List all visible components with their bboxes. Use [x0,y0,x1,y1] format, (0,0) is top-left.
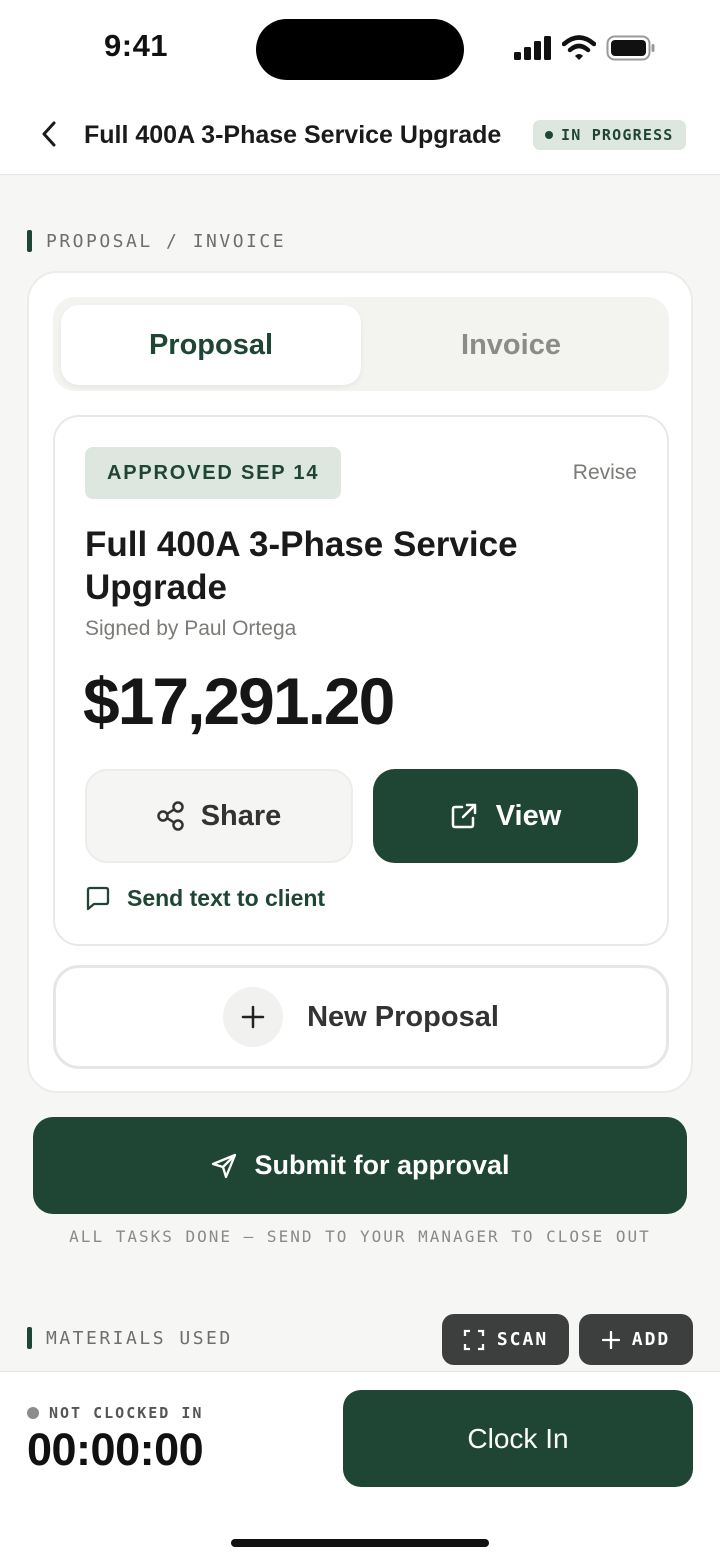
add-material-button[interactable]: ADD [579,1314,693,1365]
view-button[interactable]: View [373,769,638,863]
revise-link[interactable]: Revise [573,461,637,485]
new-proposal-label: New Proposal [307,1000,499,1033]
share-label: Share [200,799,282,832]
tab-proposal[interactable]: Proposal [61,305,361,385]
status-dot [545,131,553,139]
plus-icon [601,1330,620,1349]
page-title: Full 400A 3-Phase Service Upgrade [84,121,502,149]
materials-section-label: MATERIALS USED [27,1327,233,1349]
share-icon [156,801,184,831]
proposal-invoice-toggle: Proposal Invoice [53,297,669,391]
battery-icon [606,35,655,61]
status-badge: IN PROGRESS [533,120,686,150]
external-link-icon [451,803,476,829]
time-clock-bar: NOT CLOCKED IN 00:00:00 Clock In [0,1371,720,1560]
status-bar: 9:41 [0,0,720,96]
clock-status-dot [27,1407,39,1419]
plus-circle [223,987,284,1047]
wifi-icon [562,35,596,60]
submit-hint: ALL TASKS DONE — SEND TO YOUR MANAGER TO… [69,1227,651,1246]
proposal-title: Full 400A 3-Phase Service Upgrade [85,525,518,607]
tab-invoice[interactable]: Invoice [361,305,661,385]
share-button[interactable]: Share [85,769,353,863]
dynamic-island [256,19,464,80]
approved-badge: APPROVED SEP 14 [85,447,342,499]
new-proposal-button[interactable]: New Proposal [53,965,669,1069]
clock-status: NOT CLOCKED IN [27,1404,203,1422]
proposal-invoice-card: Proposal Invoice APPROVED SEP 14 Revise … [27,271,693,1093]
back-button[interactable] [34,116,64,152]
section-accent-bar [27,1327,32,1349]
proposal-section-title: PROPOSAL / INVOICE [46,230,287,252]
signed-by-text: Signed by Paul Ortega [85,617,297,640]
proposal-detail-card: APPROVED SEP 14 Revise Full 400A 3-Phase… [53,415,669,946]
job-header: Full 400A 3-Phase Service Upgrade IN PRO… [0,96,720,175]
section-accent-bar [27,230,32,252]
status-time: 9:41 [104,28,169,63]
proposal-section-label: PROPOSAL / INVOICE [27,230,286,252]
clock-in-button[interactable]: Clock In [343,1390,693,1487]
clock-status-label: NOT CLOCKED IN [49,1404,204,1422]
status-badge-label: IN PROGRESS [561,126,674,144]
proposal-amount: $17,291.20 [83,664,395,738]
scan-button[interactable]: SCAN [442,1314,569,1365]
materials-section-title: MATERIALS USED [46,1327,233,1349]
submit-label: Submit for approval [254,1150,510,1180]
submit-for-approval-button[interactable]: Submit for approval [33,1117,687,1214]
send-icon [212,1153,237,1178]
message-icon [86,886,110,910]
signal-icon [514,36,551,60]
view-label: View [495,799,562,832]
plus-icon [241,1005,265,1029]
status-icons [514,34,656,62]
send-text-to-client-link[interactable]: Send text to client [85,885,325,912]
back-chevron-icon [42,121,56,147]
home-indicator [231,1539,489,1547]
scan-label: SCAN [496,1329,549,1350]
add-label: ADD [631,1329,671,1350]
send-text-label: Send text to client [127,885,326,911]
clock-timer: 00:00:00 [27,1424,204,1475]
scan-icon [463,1329,484,1350]
